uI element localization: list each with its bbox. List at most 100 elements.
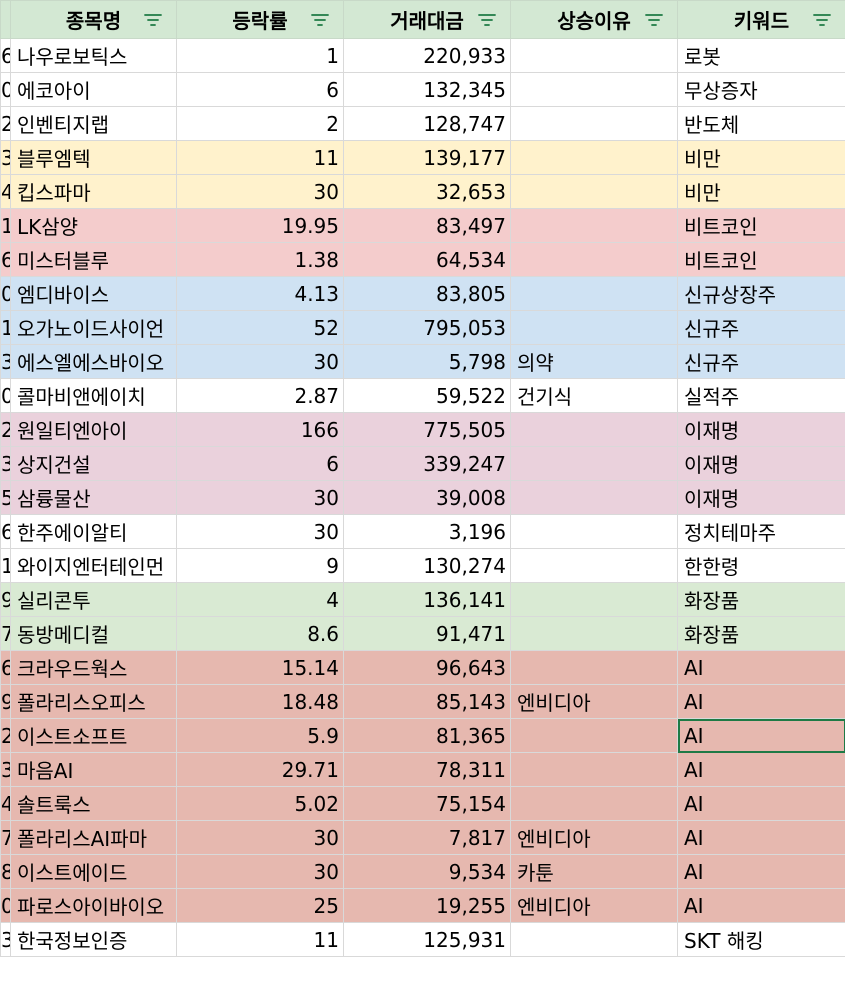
keyword-cell[interactable]: 로봇 (677, 38, 845, 73)
keyword-cell[interactable]: 화장품 (677, 616, 845, 651)
stock-name-cell[interactable]: 와이지엔터테인먼 (10, 548, 177, 583)
column-header-keyword[interactable]: 키워드 (677, 0, 845, 39)
keyword-cell[interactable]: AI (677, 820, 845, 855)
trading-value-cell[interactable]: 83,497 (343, 208, 511, 243)
stock-name-cell[interactable]: 인벤티지랩 (10, 106, 177, 141)
stock-name-cell[interactable]: 엠디바이스 (10, 276, 177, 311)
stock-name-cell[interactable]: 마음AI (10, 752, 177, 787)
stock-name-cell[interactable]: 한주에이알티 (10, 514, 177, 549)
trading-value-cell[interactable]: 7,817 (343, 820, 511, 855)
change-rate-cell[interactable]: 8.6 (176, 616, 344, 651)
rise-reason-cell[interactable] (510, 582, 678, 617)
keyword-cell[interactable]: 신규상장주 (677, 276, 845, 311)
keyword-cell[interactable]: AI (677, 888, 845, 923)
filter-icon[interactable] (813, 8, 831, 32)
column-header-amount[interactable]: 거래대금 (343, 0, 511, 39)
keyword-cell[interactable]: 화장품 (677, 582, 845, 617)
rise-reason-cell[interactable]: 의약 (510, 344, 678, 379)
rise-reason-cell[interactable] (510, 276, 678, 311)
keyword-cell[interactable]: 이재명 (677, 446, 845, 481)
rise-reason-cell[interactable] (510, 616, 678, 651)
rise-reason-cell[interactable]: 엔비디아 (510, 684, 678, 719)
trading-value-cell[interactable]: 339,247 (343, 446, 511, 481)
stock-name-cell[interactable]: 나우로보틱스 (10, 38, 177, 73)
change-rate-cell[interactable]: 29.71 (176, 752, 344, 787)
rise-reason-cell[interactable] (510, 480, 678, 515)
rise-reason-cell[interactable] (510, 718, 678, 753)
rise-reason-cell[interactable]: 건기식 (510, 378, 678, 413)
column-header-rate[interactable]: 등락률 (176, 0, 344, 39)
column-header-name[interactable]: 종목명 (10, 0, 177, 39)
change-rate-cell[interactable]: 18.48 (176, 684, 344, 719)
stock-name-cell[interactable]: 킵스파마 (10, 174, 177, 209)
change-rate-cell[interactable]: 30 (176, 174, 344, 209)
change-rate-cell[interactable]: 1 (176, 38, 344, 73)
stock-name-cell[interactable]: 미스터블루 (10, 242, 177, 277)
keyword-cell[interactable]: 비트코인 (677, 208, 845, 243)
trading-value-cell[interactable]: 128,747 (343, 106, 511, 141)
change-rate-cell[interactable]: 30 (176, 514, 344, 549)
keyword-cell[interactable]: 비만 (677, 140, 845, 175)
trading-value-cell[interactable]: 139,177 (343, 140, 511, 175)
change-rate-cell[interactable]: 4.13 (176, 276, 344, 311)
filter-icon[interactable] (645, 8, 663, 32)
stock-name-cell[interactable]: 파로스아이바이오 (10, 888, 177, 923)
rise-reason-cell[interactable] (510, 242, 678, 277)
trading-value-cell[interactable]: 64,534 (343, 242, 511, 277)
change-rate-cell[interactable]: 2.87 (176, 378, 344, 413)
trading-value-cell[interactable]: 130,274 (343, 548, 511, 583)
rise-reason-cell[interactable] (510, 38, 678, 73)
trading-value-cell[interactable]: 19,255 (343, 888, 511, 923)
stock-name-cell[interactable]: 이스트소프트 (10, 718, 177, 753)
keyword-cell[interactable]: 정치테마주 (677, 514, 845, 549)
rise-reason-cell[interactable] (510, 412, 678, 447)
stock-name-cell[interactable]: 상지건설 (10, 446, 177, 481)
rise-reason-cell[interactable] (510, 106, 678, 141)
trading-value-cell[interactable]: 3,196 (343, 514, 511, 549)
change-rate-cell[interactable]: 19.95 (176, 208, 344, 243)
stock-name-cell[interactable]: 블루엠텍 (10, 140, 177, 175)
keyword-cell[interactable]: 무상증자 (677, 72, 845, 107)
change-rate-cell[interactable]: 30 (176, 820, 344, 855)
keyword-cell[interactable]: AI (677, 752, 845, 787)
change-rate-cell[interactable]: 11 (176, 140, 344, 175)
keyword-cell[interactable]: AI (677, 684, 845, 719)
keyword-cell[interactable]: 한한령 (677, 548, 845, 583)
trading-value-cell[interactable]: 125,931 (343, 922, 511, 957)
change-rate-cell[interactable]: 30 (176, 854, 344, 889)
change-rate-cell[interactable]: 52 (176, 310, 344, 345)
trading-value-cell[interactable]: 81,365 (343, 718, 511, 753)
trading-value-cell[interactable]: 75,154 (343, 786, 511, 821)
keyword-cell[interactable]: 신규주 (677, 344, 845, 379)
trading-value-cell[interactable]: 85,143 (343, 684, 511, 719)
rise-reason-cell[interactable] (510, 786, 678, 821)
stock-name-cell[interactable]: LK삼양 (10, 208, 177, 243)
trading-value-cell[interactable]: 59,522 (343, 378, 511, 413)
keyword-cell[interactable]: 이재명 (677, 412, 845, 447)
rise-reason-cell[interactable] (510, 140, 678, 175)
stock-name-cell[interactable]: 크라우드웍스 (10, 650, 177, 685)
change-rate-cell[interactable]: 11 (176, 922, 344, 957)
keyword-cell[interactable]: 반도체 (677, 106, 845, 141)
trading-value-cell[interactable]: 96,643 (343, 650, 511, 685)
trading-value-cell[interactable]: 91,471 (343, 616, 511, 651)
trading-value-cell[interactable]: 136,141 (343, 582, 511, 617)
stock-name-cell[interactable]: 삼륭물산 (10, 480, 177, 515)
stock-name-cell[interactable]: 이스트에이드 (10, 854, 177, 889)
change-rate-cell[interactable]: 6 (176, 72, 344, 107)
change-rate-cell[interactable]: 30 (176, 480, 344, 515)
filter-icon[interactable] (478, 8, 496, 32)
trading-value-cell[interactable]: 9,534 (343, 854, 511, 889)
change-rate-cell[interactable]: 2 (176, 106, 344, 141)
change-rate-cell[interactable]: 9 (176, 548, 344, 583)
stock-name-cell[interactable]: 에코아이 (10, 72, 177, 107)
rise-reason-cell[interactable] (510, 650, 678, 685)
keyword-cell[interactable]: AI (677, 786, 845, 821)
change-rate-cell[interactable]: 1.38 (176, 242, 344, 277)
rise-reason-cell[interactable] (510, 446, 678, 481)
change-rate-cell[interactable]: 5.02 (176, 786, 344, 821)
trading-value-cell[interactable]: 32,653 (343, 174, 511, 209)
change-rate-cell[interactable]: 5.9 (176, 718, 344, 753)
trading-value-cell[interactable]: 83,805 (343, 276, 511, 311)
rise-reason-cell[interactable]: 엔비디아 (510, 888, 678, 923)
